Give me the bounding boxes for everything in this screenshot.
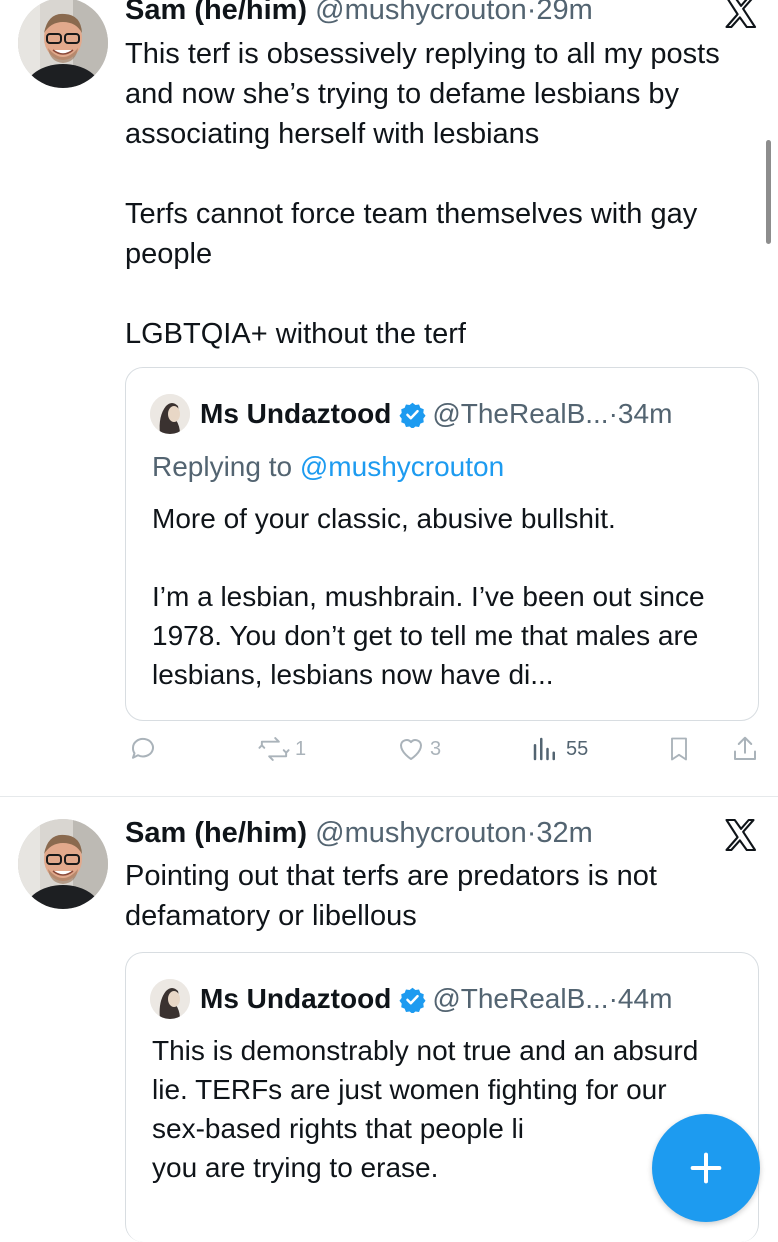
quoted-tweet-header: Ms Undaztood @TheRealB... · 44m (150, 979, 672, 1019)
author-name[interactable]: Sam (he/him) (125, 0, 307, 26)
tweet-text: Pointing out that terfs are predators is… (125, 856, 765, 936)
quoted-avatar[interactable] (150, 394, 190, 434)
quoted-author-handle[interactable]: @TheRealB... (432, 396, 608, 432)
like-button[interactable]: 3 (396, 734, 441, 764)
replying-to-mention[interactable]: @mushycrouton (300, 451, 504, 482)
scrollbar[interactable] (766, 140, 771, 244)
heart-icon (400, 739, 422, 760)
tweet-paragraph: Terfs cannot force team themselves with … (125, 198, 698, 270)
tweet-paragraph: This terf is obsessively replying to all… (125, 38, 720, 150)
avatar[interactable] (18, 0, 108, 88)
tweet-header: Sam (he/him) @mushycrouton·29m (125, 0, 593, 28)
quoted-tweet[interactable]: Ms Undaztood @TheRealB... · 34m Replying t… (125, 367, 759, 721)
quoted-tweet-text: This is demonstrably not true and an abs… (152, 1031, 712, 1187)
plus-icon (690, 1152, 722, 1184)
author-handle[interactable]: @mushycrouton (315, 0, 527, 26)
verified-badge-icon (399, 987, 426, 1013)
bookmark-icon (671, 737, 687, 761)
separator-dot: · (608, 983, 618, 1014)
verified-badge-icon (399, 402, 426, 428)
reply-button[interactable] (128, 734, 158, 764)
quoted-paragraph: More of your classic, abusive bullshit. (152, 503, 616, 534)
author-name[interactable]: Sam (he/him) (125, 817, 307, 849)
quoted-author-name[interactable]: Ms Undaztood (200, 396, 391, 432)
compose-button[interactable] (652, 1114, 760, 1222)
separator-dot: · (608, 398, 618, 429)
tweet-paragraph: LGBTQIA+ without the terf (125, 318, 466, 350)
quoted-avatar[interactable] (150, 979, 190, 1019)
replying-to-line: Replying to @mushycrouton (152, 448, 504, 486)
tweet[interactable]: Sam (he/him) @mushycrouton·29m This terf… (0, 0, 778, 796)
retweet-icon (258, 737, 290, 761)
views-chart-icon (533, 737, 555, 761)
views-button[interactable]: 55 (530, 734, 588, 764)
reply-icon (131, 737, 154, 759)
x-logo-icon (725, 818, 757, 852)
quoted-paragraph: I’m a lesbian, mushbrain. I’ve been out … (152, 581, 705, 690)
timestamp[interactable]: 32m (536, 817, 592, 849)
quoted-author-name[interactable]: Ms Undaztood (200, 981, 391, 1017)
retweet-button[interactable]: 1 (257, 734, 306, 764)
author-handle[interactable]: @mushycrouton (315, 817, 527, 849)
retweet-count: 1 (295, 737, 307, 760)
quoted-timestamp[interactable]: 44m (618, 981, 672, 1017)
views-count: 55 (566, 737, 589, 760)
tweet-text: This terf is obsessively replying to all… (125, 34, 765, 354)
like-count: 3 (430, 737, 442, 760)
tweet-paragraph: Pointing out that terfs are predators is… (125, 860, 657, 932)
tweet-header: Sam (he/him) @mushycrouton·32m (125, 815, 593, 851)
timestamp[interactable]: 29m (536, 0, 592, 26)
x-logo-icon (725, 0, 757, 29)
separator-dot: · (526, 0, 537, 26)
quoted-author-handle[interactable]: @TheRealB... (432, 981, 608, 1017)
quoted-paragraph: This is demonstrably not true and an abs… (152, 1035, 699, 1183)
quoted-timestamp[interactable]: 34m (618, 396, 672, 432)
share-button[interactable] (730, 734, 760, 764)
replying-to-label: Replying to (152, 451, 293, 482)
bookmark-button[interactable] (665, 734, 693, 764)
avatar[interactable] (18, 819, 108, 909)
action-bar: 1 3 55 (0, 734, 778, 774)
quoted-tweet-header: Ms Undaztood @TheRealB... · 34m (150, 394, 672, 434)
quoted-tweet-text: More of your classic, abusive bullshit. … (152, 499, 742, 694)
share-icon (734, 736, 756, 760)
separator-dot: · (526, 817, 537, 849)
